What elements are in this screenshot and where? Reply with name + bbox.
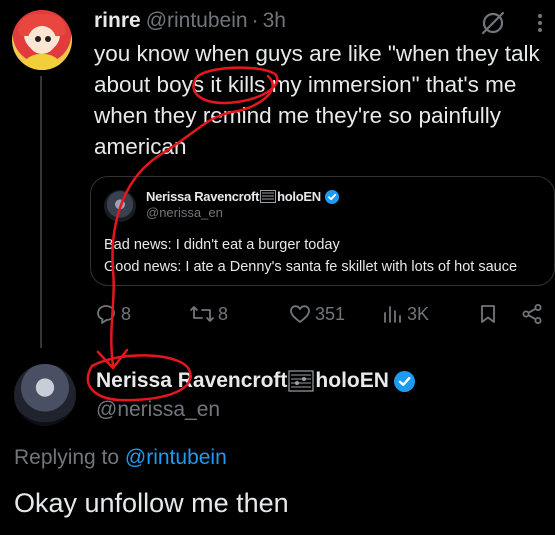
tweet-text: you know when guys are like "when they t…	[94, 41, 540, 159]
share-button[interactable]	[520, 302, 544, 326]
reply-button[interactable]: 8	[94, 302, 131, 326]
like-icon	[290, 305, 310, 323]
author-name[interactable]: rinre	[94, 9, 141, 33]
replying-to-line: Replying to @rintubein	[14, 446, 227, 470]
author-avatar[interactable]	[12, 10, 72, 70]
reply-name-prefix: Nerissa Ravencroft	[96, 369, 288, 392]
reply-author-name[interactable]: Nerissa Ravencroft holoEN	[96, 369, 415, 393]
author-handle[interactable]: @rintubein	[146, 9, 248, 33]
quoted-tweet-text: Bad news: I didn't eat a burger today Go…	[104, 234, 517, 278]
thread-connector-line	[40, 76, 42, 348]
grok-icon[interactable]	[480, 10, 506, 36]
reply-author-handle[interactable]: @nerissa_en	[96, 398, 220, 422]
quoted-line-1: Bad news: I didn't eat a burger today	[104, 237, 340, 253]
reply-text: Okay unfollow me then	[14, 488, 289, 518]
repost-icon	[190, 306, 214, 322]
repost-button[interactable]: 8	[189, 302, 228, 326]
bookmark-button[interactable]	[476, 302, 500, 326]
replying-to-link[interactable]: @rintubein	[125, 446, 227, 469]
like-button[interactable]: 351	[288, 302, 345, 326]
verified-badge-icon	[393, 370, 415, 392]
reply-icon	[97, 305, 115, 324]
music-score-icon	[260, 190, 277, 203]
header-separator: ·	[251, 9, 259, 32]
like-count: 351	[315, 303, 346, 324]
quoted-author-name: Nerissa Ravencroft holoEN	[146, 189, 339, 204]
tweet-header: rinre @rintubein · 3h	[94, 8, 286, 34]
views-icon	[384, 306, 401, 323]
quoted-author-avatar	[104, 190, 136, 222]
repost-count: 8	[218, 303, 229, 324]
quoted-name-prefix: Nerissa Ravencroft	[146, 189, 260, 204]
quoted-line-2: Good news: I ate a Denny's santa fe skil…	[104, 259, 518, 275]
reply-name-suffix: holoEN	[315, 369, 389, 392]
tweet-actions: 8 8 351 3K	[94, 302, 554, 330]
quoted-author-handle: @nerissa_en	[146, 205, 223, 220]
share-icon	[522, 304, 542, 324]
verified-badge-icon	[324, 189, 339, 204]
quoted-name-suffix: holoEN	[277, 189, 321, 204]
views-count: 3K	[407, 303, 430, 324]
arrow-head	[96, 348, 129, 370]
music-score-icon	[288, 370, 315, 392]
reply-count: 8	[121, 303, 132, 324]
replying-prefix: Replying to	[14, 446, 120, 469]
bookmark-icon	[481, 305, 495, 323]
views-button[interactable]: 3K	[380, 302, 429, 326]
reply-author-avatar[interactable]	[14, 364, 76, 426]
tweet-time[interactable]: 3h	[263, 9, 286, 33]
more-icon[interactable]	[533, 10, 547, 36]
